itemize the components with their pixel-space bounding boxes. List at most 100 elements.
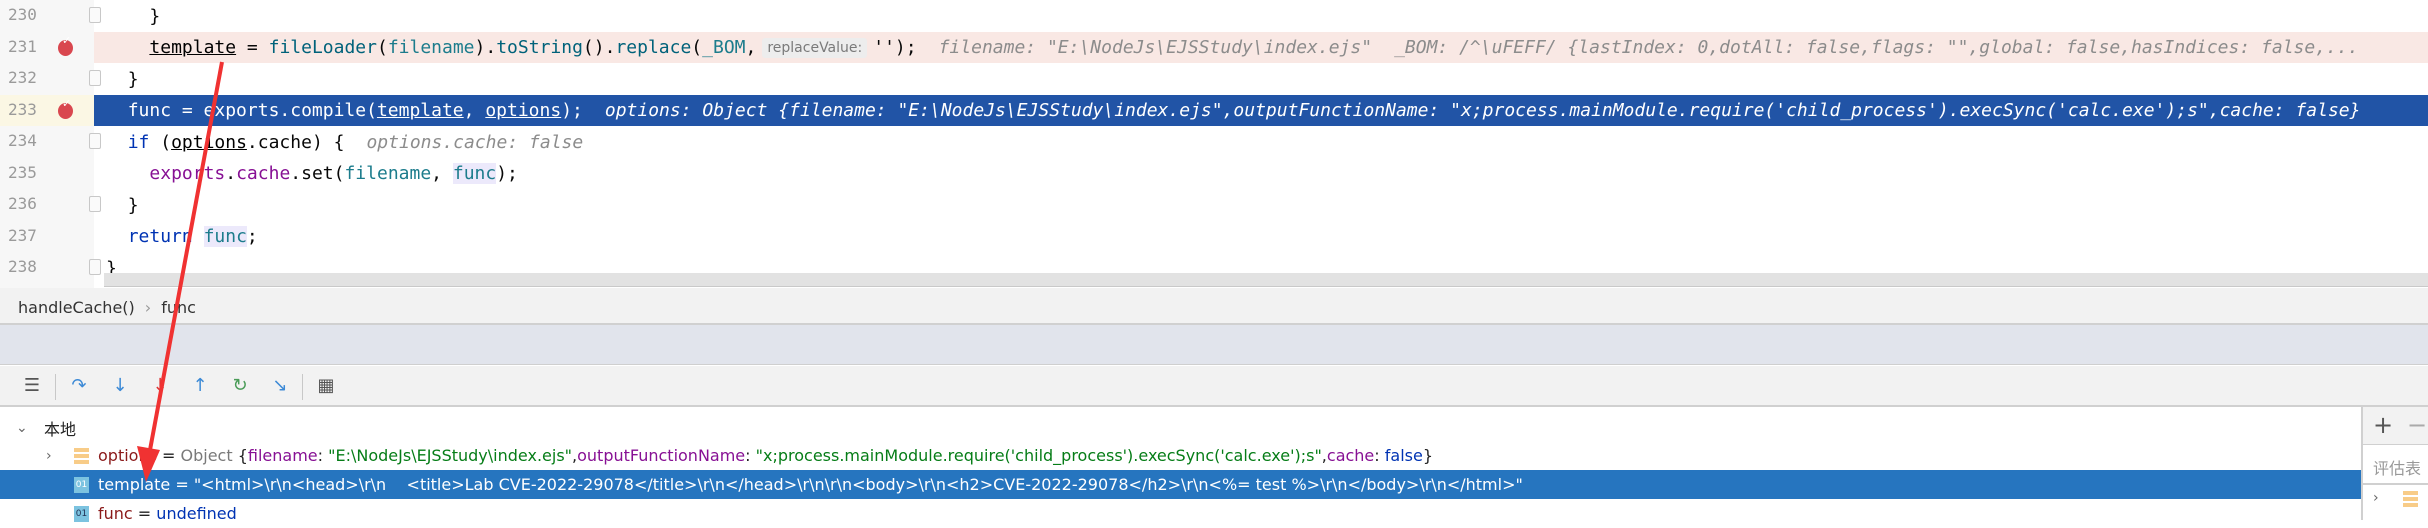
breadcrumb-separator: › [144, 298, 152, 317]
value-token: = [156, 446, 181, 465]
code-line[interactable]: 232} [0, 63, 2428, 95]
breadcrumb: handleCache() › func [0, 288, 2428, 325]
code-token: } [149, 5, 161, 27]
breadcrumb-item-func[interactable]: func [161, 298, 196, 317]
code-token: func [452, 163, 497, 184]
code-line[interactable]: 230} [0, 0, 2428, 32]
breadcrumb-item-handlecache[interactable]: handleCache() [18, 298, 135, 317]
line-number: 235 [8, 162, 37, 182]
chevron-right-icon[interactable]: › [46, 448, 52, 464]
code-token: replace [615, 37, 692, 58]
inline-value-hint: filename: "E:\NodeJs\EJSStudy\index.ejs" [938, 37, 1373, 58]
chevron-down-icon[interactable]: ⌄ [16, 420, 28, 436]
code-line[interactable]: 235 exports. cache .set(filename, func); [0, 158, 2428, 190]
code-token: ( [149, 131, 172, 153]
code-token: (). [582, 37, 616, 58]
fold-marker-icon[interactable] [89, 70, 101, 86]
scope-local[interactable]: ⌄ 本地 [0, 413, 2361, 442]
value-token: : [745, 446, 756, 465]
chevron-right-icon[interactable]: › [2373, 490, 2379, 506]
code-token: ). [474, 37, 497, 58]
code-token: = [236, 37, 269, 58]
value-token: func [98, 504, 133, 523]
code-line[interactable]: 231template = fileLoader(filename).toStr… [0, 31, 2428, 63]
code-editor[interactable]: 230}231template = fileLoader(filename).t… [0, 0, 2428, 288]
evaluate-expression-input[interactable]: 评估表 [2363, 445, 2428, 485]
run-to-cursor-icon[interactable]: ↘ [268, 374, 292, 398]
remove-watch-button[interactable]: − [2407, 411, 2427, 439]
variable-row-options[interactable]: › options = Object {filename: "E:\NodeJs\… [0, 441, 2361, 470]
code-token: return [127, 226, 193, 247]
primitive-value-icon: 01 [74, 476, 89, 493]
fold-marker-icon[interactable] [89, 7, 101, 23]
code-text: if (options .cache) {options.cache: false [128, 130, 584, 154]
force-step-into-icon[interactable]: ↓ [148, 374, 172, 398]
code-line[interactable]: 233 func = exports.compile(template, opti… [0, 94, 2428, 126]
variable-row-func[interactable]: 01 func = undefined [0, 499, 2361, 528]
line-number: 233 [8, 99, 37, 119]
fold-marker-icon[interactable] [89, 259, 101, 275]
object-icon [74, 447, 89, 464]
code-token: filename [344, 163, 432, 184]
value-token: options [98, 446, 157, 465]
code-token: , [745, 37, 757, 58]
breakpoint-icon[interactable] [58, 34, 73, 56]
value-token: } [1422, 446, 1434, 465]
code-token: options [171, 131, 247, 153]
value-token: false [1384, 446, 1423, 465]
step-into-icon[interactable]: ↓ [108, 374, 132, 398]
code-token: } [127, 68, 139, 90]
code-token: , [431, 163, 453, 184]
add-watch-button[interactable]: + [2373, 411, 2393, 439]
value-token: : [1374, 446, 1385, 465]
code-token: toString [496, 37, 583, 58]
code-line[interactable]: 234 if (options .cache) {options.cache: fa… [0, 126, 2428, 158]
inline-value-hint: options: Object {filename: "E:\NodeJs\EJ… [604, 100, 2361, 121]
code-token: fileLoader [268, 37, 377, 58]
code-token: } [127, 194, 139, 216]
code-token: ( [691, 37, 703, 58]
value-token: = [132, 504, 157, 523]
variable-value: func = undefined [98, 504, 237, 523]
primitive-value-icon: 01 [74, 505, 89, 522]
code-text: func = exports.compile(template, options… [128, 99, 2361, 123]
value-token: "<html>\r\n<head>\r\n <title>Lab CVE-202… [193, 475, 1523, 494]
code-token: func = exports.compile( [127, 100, 377, 121]
step-out-icon[interactable]: ↑ [188, 374, 212, 398]
fold-marker-icon[interactable] [89, 196, 101, 212]
code-token: func [203, 226, 247, 247]
breakpoint-icon[interactable] [58, 97, 73, 119]
value-token: outputFunctionName [577, 446, 746, 465]
inline-value-hint: _BOM: /^\uFEFF/ {lastIndex: 0,dotAll: fa… [1394, 37, 2359, 58]
code-token: options [485, 100, 562, 121]
code-token: template [149, 37, 237, 58]
variable-row-template[interactable]: 01 template = "<html>\r\n<head>\r\n <titl… [0, 470, 2361, 499]
code-token: .set( [290, 163, 345, 184]
inline-value-hint: options.cache: false [366, 131, 584, 153]
horizontal-scrollbar[interactable] [104, 273, 2428, 287]
code-line[interactable]: 236} [0, 189, 2428, 221]
toolbar-divider [55, 374, 56, 400]
line-number: 234 [8, 131, 37, 150]
code-text: } [128, 67, 139, 91]
code-text: exports. cache .set(filename, func); [149, 162, 518, 186]
code-token: exports [149, 163, 226, 184]
fold-marker-icon[interactable] [89, 133, 101, 149]
drop-frame-icon[interactable]: ↻ [228, 374, 252, 398]
code-line[interactable]: 237 return func; [0, 221, 2428, 253]
code-token: if [127, 131, 150, 153]
evaluate-expression-icon[interactable]: ▦ [314, 374, 338, 398]
line-number: 232 [8, 68, 37, 87]
variable-value: options = Object {filename: "E:\NodeJs\E… [98, 446, 1433, 465]
parameter-hint: replaceValue: [762, 37, 868, 58]
value-token: { [237, 446, 248, 465]
watches-panel: + − 评估表 › [2361, 407, 2428, 520]
code-token: ( [376, 37, 388, 58]
show-execution-point-icon[interactable]: ☰ [20, 374, 44, 398]
step-over-icon[interactable]: ↷ [67, 374, 91, 398]
line-number: 236 [8, 194, 37, 213]
code-token: filename [387, 37, 475, 58]
code-token: ; [246, 226, 258, 247]
code-text: } [149, 4, 160, 28]
